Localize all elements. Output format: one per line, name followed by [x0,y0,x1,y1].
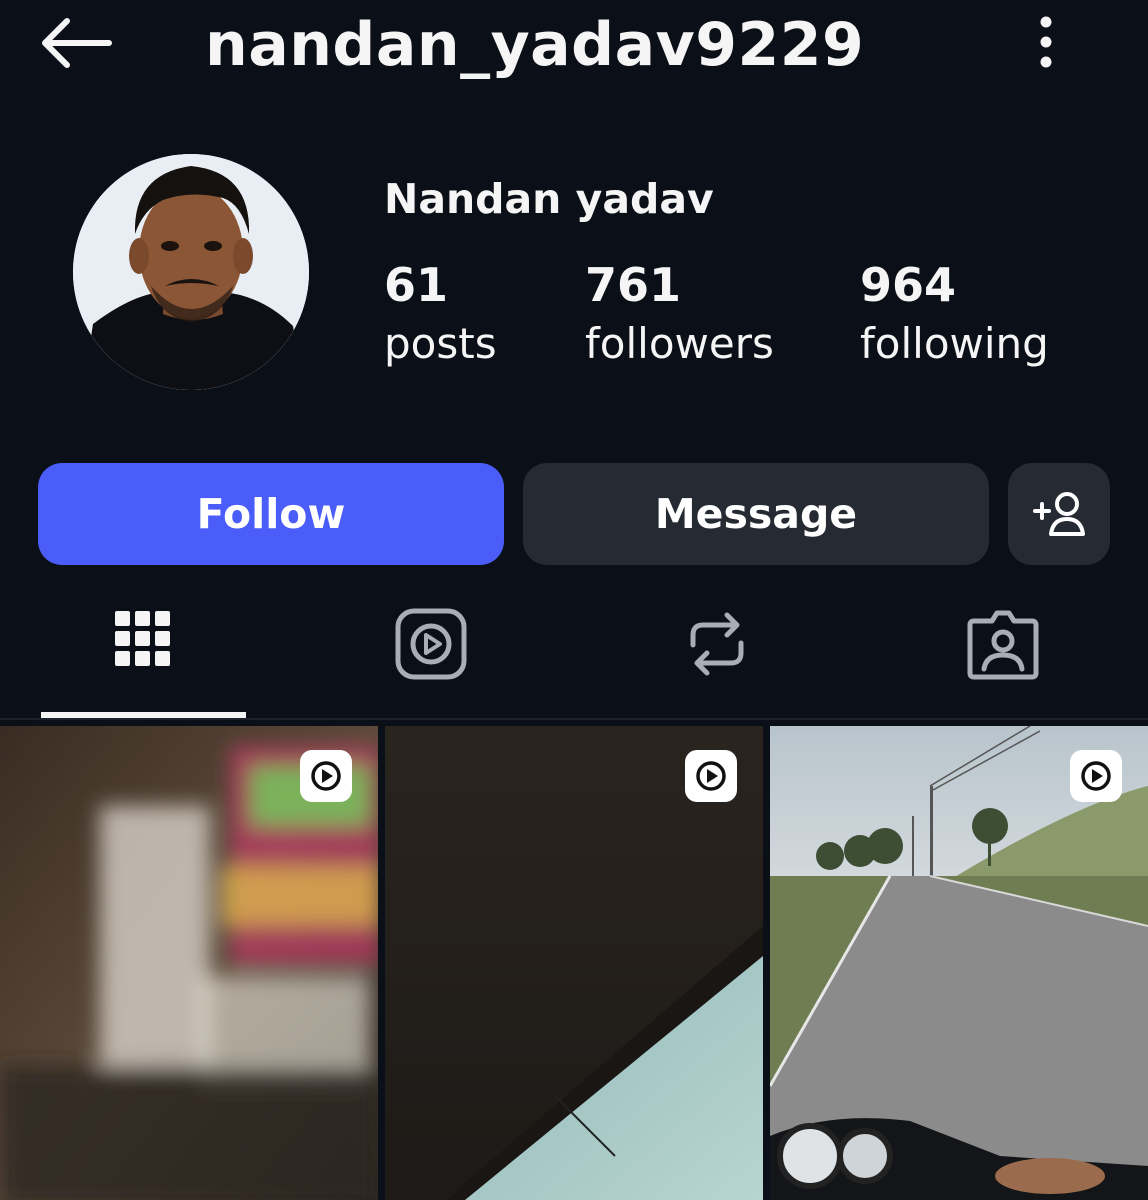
profile-username: nandan_yadav9229 [205,10,865,80]
tagged-icon [967,610,1039,680]
suggested-users-button[interactable] [1008,463,1110,565]
avatar-photo [73,154,309,390]
profile-avatar[interactable] [73,154,309,390]
tab-reposts[interactable] [595,592,839,696]
more-vertical-icon [1040,16,1052,68]
arrow-left-icon [42,18,112,68]
followers-value: 761 [585,258,682,312]
post-thumbnail[interactable] [385,726,763,1200]
post-thumbnail[interactable] [770,726,1148,1200]
tab-reels[interactable] [309,592,553,696]
tab-posts-grid[interactable] [21,592,265,696]
add-person-icon [1033,492,1085,536]
grid-icon [115,611,170,666]
posts-label: posts [384,319,497,368]
post-thumbnail[interactable] [0,726,378,1200]
reel-badge [685,750,737,802]
display-name: Nandan yadav [384,175,714,223]
reel-badge [1070,750,1122,802]
follow-button[interactable]: Follow [38,463,504,565]
reel-play-icon [696,761,726,791]
following-label: following [860,319,1049,368]
back-button[interactable] [30,8,120,78]
reel-play-icon [311,761,341,791]
following-value: 964 [860,258,957,312]
posts-count[interactable]: 61 posts [384,256,497,374]
message-button[interactable]: Message [523,463,989,565]
tab-divider [0,718,1148,720]
posts-value: 61 [384,258,449,312]
reel-badge [300,750,352,802]
followers-label: followers [585,319,774,368]
followers-count[interactable]: 761 followers [585,256,774,374]
reel-play-icon [1081,761,1111,791]
repost-icon [690,612,744,676]
reels-icon [395,608,467,680]
following-count[interactable]: 964 following [860,256,1049,374]
tab-tagged[interactable] [881,592,1125,696]
more-options-button[interactable] [1018,10,1074,74]
